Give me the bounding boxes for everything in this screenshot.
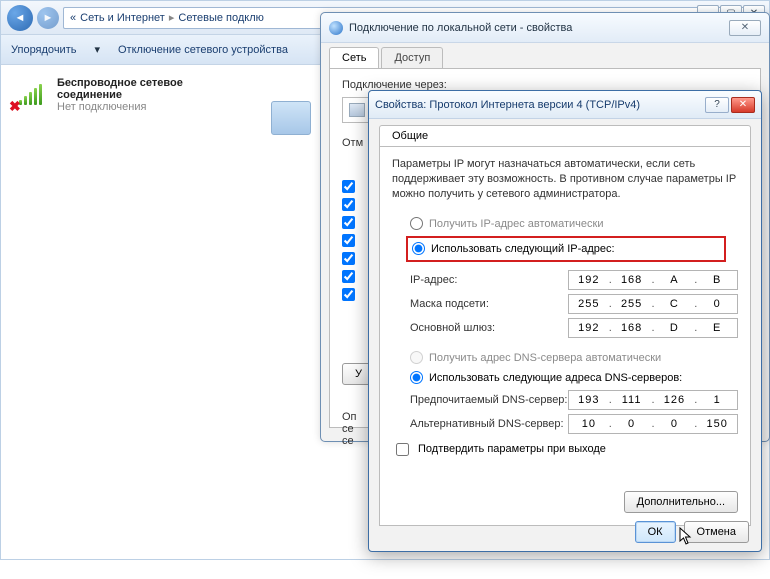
ipv4-properties-window: Свойства: Протокол Интернета версии 4 (T… <box>368 90 762 552</box>
advanced-button[interactable]: Дополнительно... <box>624 491 738 513</box>
radio-auto-dns: Получить адрес DNS-сервера автоматически <box>410 348 738 368</box>
component-checkbox[interactable] <box>342 234 355 247</box>
cancel-button[interactable]: Отмена <box>684 521 749 543</box>
close-button[interactable]: ✕ <box>729 20 761 36</box>
dns2-label: Альтернативный DNS-сервер: <box>410 418 568 430</box>
subnet-mask-input[interactable]: 255. 255. C. 0 <box>568 294 738 314</box>
component-checkbox[interactable] <box>342 216 355 229</box>
organize-menu[interactable]: Упорядочить <box>11 44 76 56</box>
highlighted-option: Использовать следующий IP-адрес: <box>406 236 726 262</box>
preferred-dns-input[interactable]: 193. 111. 126. 1 <box>568 390 738 410</box>
mask-label: Маска подсети: <box>410 298 568 310</box>
breadcrumb-item[interactable]: Сеть и Интернет <box>80 12 165 24</box>
disconnected-x-icon: ✖ <box>9 98 21 115</box>
wifi-connection-label: Беспроводное сетевое соединение Нет подк… <box>57 77 183 113</box>
ok-button[interactable]: ОК <box>635 521 676 543</box>
radio-auto-dns-input <box>410 351 423 364</box>
radio-static-ip[interactable]: Использовать следующий IP-адрес: <box>412 239 720 259</box>
component-checkbox[interactable] <box>342 288 355 301</box>
component-checkbox[interactable] <box>342 270 355 283</box>
component-checkbox[interactable] <box>342 180 355 193</box>
description-text: Параметры IP могут назначаться автоматич… <box>392 157 738 202</box>
tab-network[interactable]: Сеть <box>329 47 379 68</box>
component-checkbox[interactable] <box>342 198 355 211</box>
radio-static-ip-input[interactable] <box>412 242 425 255</box>
tab-general[interactable]: Общие <box>379 125 751 146</box>
component-checkbox[interactable] <box>342 252 355 265</box>
confirm-on-exit-checkbox[interactable] <box>396 443 409 456</box>
close-button[interactable]: ✕ <box>731 97 755 113</box>
adapter-icon <box>349 103 365 117</box>
gateway-input[interactable]: 192. 168. D. E <box>568 318 738 338</box>
help-button[interactable]: ? <box>705 97 729 113</box>
confirm-on-exit-label: Подтвердить параметры при выходе <box>418 443 606 455</box>
network-icon <box>329 21 343 35</box>
radio-auto-ip-input[interactable] <box>410 217 423 230</box>
dns1-label: Предпочитаемый DNS-сервер: <box>410 394 568 406</box>
radio-static-dns[interactable]: Использовать следующие адреса DNS-сервер… <box>410 368 738 388</box>
tab-access[interactable]: Доступ <box>381 47 443 68</box>
ip-address-input[interactable]: 192. 168. A. B <box>568 270 738 290</box>
ip-label: IP-адрес: <box>410 274 568 286</box>
wifi-signal-icon: ✖ <box>9 77 49 113</box>
breadcrumb-item[interactable]: Сетевые подклю <box>178 12 264 24</box>
chevron-right-icon: ▸ <box>169 11 175 24</box>
alternate-dns-input[interactable]: 10. 0. 0. 150 <box>568 414 738 434</box>
window-title: Подключение по локальной сети - свойства <box>349 22 572 34</box>
wifi-connection-item[interactable]: ✖ Беспроводное сетевое соединение Нет по… <box>9 77 253 113</box>
forward-button[interactable]: ► <box>37 7 59 29</box>
window-title: Свойства: Протокол Интернета версии 4 (T… <box>375 99 640 111</box>
gateway-label: Основной шлюз: <box>410 322 568 334</box>
radio-static-dns-input[interactable] <box>410 371 423 384</box>
back-button[interactable]: ◄ <box>7 5 33 31</box>
disable-device-button[interactable]: Отключение сетевого устройства <box>118 44 288 56</box>
radio-auto-ip[interactable]: Получить IP-адрес автоматически <box>410 214 738 234</box>
lan-connection-icon[interactable] <box>271 101 311 135</box>
breadcrumb-overflow-icon: « <box>70 12 76 24</box>
chevron-down-icon: ▾ <box>94 43 100 56</box>
